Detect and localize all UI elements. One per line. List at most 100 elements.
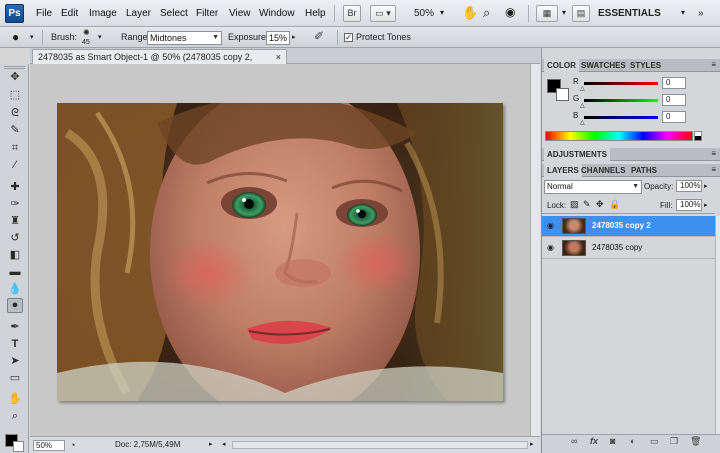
fill-input[interactable]: 100% <box>676 199 702 211</box>
menu-edit[interactable]: Edit <box>61 8 78 19</box>
zoom-level-menu[interactable]: 50% <box>414 8 434 19</box>
tab-color[interactable]: COLOR <box>544 59 579 72</box>
tab-swatches[interactable]: SWATCHES <box>578 59 629 72</box>
arrange-dropdown-icon[interactable]: ▾ <box>562 8 566 17</box>
adjustment-icon[interactable]: ◐ <box>630 436 635 446</box>
history-brush-icon[interactable]: ↺ <box>7 231 23 246</box>
menu-file[interactable]: File <box>36 8 52 19</box>
range-select[interactable]: Midtones ▼ <box>147 31 222 45</box>
layer-row[interactable]: ◉ 2478035 copy <box>542 238 715 259</box>
eye-icon[interactable]: ◉ <box>545 221 556 230</box>
exposure-input[interactable]: 15% <box>266 31 290 45</box>
tab-styles[interactable]: STYLES <box>627 59 664 72</box>
mask-icon[interactable]: ◙ <box>610 436 615 446</box>
arrange-documents-button[interactable]: ▦ <box>536 5 558 22</box>
rotate-view-icon[interactable]: ◉ <box>505 5 515 19</box>
layers-scrollbar[interactable] <box>715 216 720 434</box>
menu-layer[interactable]: Layer <box>126 8 151 19</box>
panel-menu-icon[interactable]: ≡ <box>711 165 716 174</box>
color-b-slider-thumb-icon[interactable]: △ <box>580 119 585 126</box>
fill-slider-icon[interactable]: ▸ <box>704 201 708 209</box>
hand-tool-icon[interactable]: ✋ <box>462 5 478 21</box>
color-spectrum-ramp[interactable] <box>545 131 693 141</box>
document-image[interactable] <box>57 103 503 401</box>
color-r-slider[interactable] <box>584 82 658 85</box>
status-menu-icon[interactable]: ▸ <box>209 440 213 451</box>
blur-icon[interactable]: 💧 <box>7 282 23 297</box>
extras-button[interactable]: ▤ <box>572 5 590 22</box>
eraser-icon[interactable]: ◧ <box>7 248 23 263</box>
color-g-slider-thumb-icon[interactable]: △ <box>580 102 585 109</box>
vertical-scrollbar[interactable] <box>530 64 540 436</box>
menu-image[interactable]: Image <box>89 8 117 19</box>
group-icon[interactable]: ▭ <box>650 436 659 447</box>
background-color-swatch[interactable] <box>13 441 24 452</box>
quick-select-icon[interactable]: ✎ <box>7 123 23 138</box>
screen-mode-button[interactable]: ▭ ▾ <box>370 5 396 22</box>
opacity-input[interactable]: 100% <box>676 180 702 192</box>
clone-stamp-icon[interactable]: ♜ <box>7 214 23 229</box>
color-r-slider-thumb-icon[interactable]: △ <box>580 85 585 92</box>
type-icon[interactable]: T <box>7 337 23 352</box>
healing-icon[interactable]: ✚ <box>7 180 23 195</box>
tab-adjustments[interactable]: ADJUSTMENTS <box>544 148 611 161</box>
color-r-input[interactable]: 0 <box>662 77 686 89</box>
panel-menu-icon[interactable]: ≡ <box>711 149 716 158</box>
opacity-slider-icon[interactable]: ▸ <box>704 182 708 190</box>
trash-icon[interactable]: 🗑 <box>690 436 701 447</box>
eye-icon[interactable]: ◉ <box>545 243 556 252</box>
zoom-dropdown-icon[interactable]: ▾ <box>440 8 444 17</box>
color-b-slider[interactable] <box>584 116 658 119</box>
exposure-slider-icon[interactable]: ▸ <box>292 33 296 41</box>
crop-icon[interactable]: ⌗ <box>7 141 23 156</box>
blend-mode-select[interactable]: Normal ▼ <box>544 180 642 194</box>
lock-position-icon[interactable]: ✥ <box>596 199 604 210</box>
link-icon[interactable]: ∞ <box>571 436 577 446</box>
airbrush-icon[interactable]: ✐ <box>314 29 324 43</box>
tab-paths[interactable]: PATHS <box>628 164 660 177</box>
document-tab[interactable]: 2478035 as Smart Object-1 @ 50% (2478035… <box>32 49 287 76</box>
tab-layers[interactable]: LAYERS <box>544 164 582 177</box>
color-b-input[interactable]: 0 <box>662 111 686 123</box>
brush-picker-dropdown-icon[interactable]: ▾ <box>98 33 102 41</box>
menu-help[interactable]: Help <box>305 8 326 19</box>
brush-icon[interactable]: ✑ <box>7 197 23 212</box>
lock-image-icon[interactable]: ✎ <box>583 199 591 210</box>
toolbox-grip[interactable] <box>4 66 25 69</box>
protect-tones-checkbox[interactable]: ✓ <box>344 33 353 42</box>
scroll-right-icon[interactable]: ▸ <box>530 440 534 451</box>
panel-menu-icon[interactable]: ≡ <box>711 60 716 69</box>
menu-view[interactable]: View <box>229 8 251 19</box>
lock-transparency-icon[interactable]: ▨ <box>570 199 579 210</box>
hand-icon[interactable]: ✋ <box>7 392 23 407</box>
black-white-ramp[interactable] <box>694 131 702 141</box>
horizontal-scrollbar[interactable] <box>232 441 528 449</box>
tool-preset-dropdown-icon[interactable]: ▾ <box>30 33 34 41</box>
menu-select[interactable]: Select <box>160 8 188 19</box>
fx-icon[interactable]: fx <box>590 436 598 446</box>
color-g-slider[interactable] <box>584 99 658 102</box>
move-icon[interactable]: ✥ <box>7 70 23 85</box>
close-icon[interactable]: × <box>276 50 281 64</box>
tab-channels[interactable]: CHANNELS <box>578 164 628 177</box>
zoom-icon[interactable]: ⌕ <box>7 409 23 424</box>
path-select-icon[interactable]: ➤ <box>7 354 23 369</box>
zoom-tool-icon[interactable]: ⌕ <box>483 5 490 21</box>
burn-tool-preset-icon[interactable]: ● <box>12 30 19 44</box>
layer-row[interactable]: ◉ 2478035 copy 2 <box>542 216 715 237</box>
workspace-dropdown-icon[interactable]: ▾ <box>681 8 685 17</box>
gradient-icon[interactable]: ▬ <box>7 265 23 280</box>
lock-all-icon[interactable]: 🔒 <box>609 199 620 210</box>
marquee-icon[interactable]: ⬚ <box>7 88 23 103</box>
layer-name[interactable]: 2478035 copy 2 <box>592 221 651 230</box>
bridge-button[interactable]: Br <box>343 5 361 22</box>
more-icon[interactable]: » <box>698 8 704 19</box>
pen-icon[interactable]: ✒ <box>7 320 23 335</box>
shape-icon[interactable]: ▭ <box>7 371 23 386</box>
color-background-swatch[interactable] <box>556 88 569 101</box>
menu-window[interactable]: Window <box>259 8 295 19</box>
workspace-switcher[interactable]: ESSENTIALS <box>598 8 661 19</box>
status-info-icon[interactable]: ◔ <box>70 440 75 451</box>
new-layer-icon[interactable]: ❐ <box>670 436 678 447</box>
burn-icon[interactable]: ● <box>7 298 23 313</box>
